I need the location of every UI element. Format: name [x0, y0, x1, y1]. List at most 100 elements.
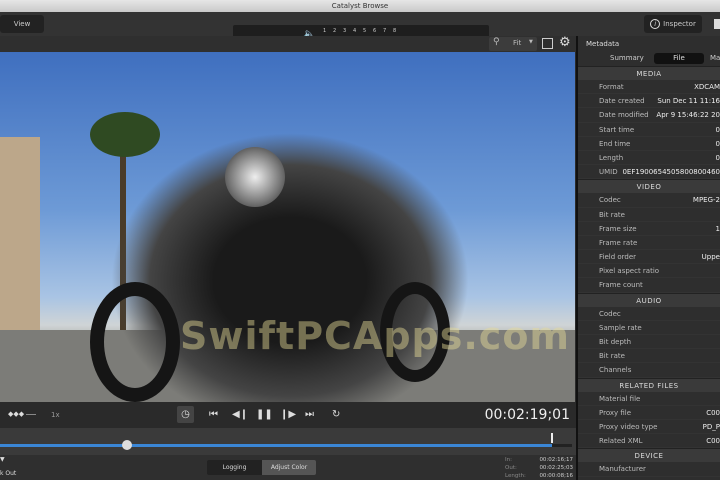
metadata-value: 0EF1900654505800800460	[622, 168, 720, 177]
inspector-button[interactable]: i Inspector	[644, 15, 702, 33]
speed-label: 1x	[51, 411, 60, 419]
loop-icon[interactable]: ↻	[332, 409, 340, 420]
fullscreen-icon[interactable]	[542, 38, 553, 49]
playhead-handle[interactable]	[121, 440, 132, 450]
watermark: SwiftPCApps.com	[180, 314, 571, 358]
metadata-key: Channels	[599, 366, 632, 375]
channel-number: 1	[323, 28, 327, 34]
channel-number: 5	[363, 28, 367, 34]
tab-summary[interactable]: Summary	[610, 54, 644, 62]
metadata-key: Frame size	[599, 224, 637, 233]
timer-icon[interactable]: ◷	[177, 406, 194, 423]
pause-icon[interactable]: ❚❚	[256, 409, 273, 420]
metadata-value: C00	[706, 408, 720, 417]
metadata-row: End time 0	[578, 137, 720, 151]
metadata-row: Start time 0	[578, 123, 720, 137]
metadata-row: Field order Uppe	[578, 250, 720, 265]
panel-title: Metadata	[586, 40, 620, 48]
metadata-row: Bit depth	[578, 335, 720, 350]
metadata-key: End time	[599, 139, 631, 148]
metadata-key: Bit depth	[599, 338, 632, 346]
metadata-value: Uppe	[701, 253, 720, 262]
inspector-panel: Metadata Summary File Ma MEDIA Format XDCA…	[576, 36, 720, 480]
tab-file[interactable]: File	[654, 53, 704, 64]
step-back-icon[interactable]: ◀❙	[232, 409, 248, 420]
channel-number: 2	[333, 28, 337, 34]
metadata-value: C00	[706, 437, 720, 446]
metadata-row: Bit rate	[578, 208, 720, 222]
gear-icon[interactable]: ⚙	[559, 35, 571, 50]
metadata-key: Date modified	[599, 111, 649, 120]
metadata-key: Frame count	[599, 281, 643, 290]
building	[0, 137, 40, 332]
tab-adjust-color[interactable]: Adjust Color	[262, 460, 316, 475]
zoom-select[interactable]: Fit	[513, 39, 521, 47]
video-viewer[interactable]: SwiftPCApps.com	[0, 52, 575, 402]
out-label: Out:	[505, 465, 517, 471]
metadata-key: Codec	[599, 309, 621, 318]
chevron-down-icon: ▼	[529, 39, 533, 45]
metadata-key: Related XML	[599, 437, 643, 446]
metadata-row: Related XML C00	[578, 434, 720, 449]
metadata-value: Sun Dec 11 11:16	[657, 97, 720, 106]
length-label: Length:	[505, 473, 526, 479]
timeline-progress	[0, 444, 552, 447]
metadata-row: Codec	[578, 307, 720, 321]
metadata-row: Frame count	[578, 278, 720, 293]
metadata-row: Proxy file C00	[578, 406, 720, 420]
metadata-value: Apr 9 15:46:22 20	[656, 111, 720, 120]
section-header[interactable]: DEVICE	[578, 448, 720, 463]
section-header[interactable]: AUDIO	[578, 292, 720, 307]
metadata-key: Manufacturer	[599, 465, 646, 474]
metadata-row: Material file	[578, 392, 720, 406]
channel-number: 7	[383, 28, 387, 34]
metadata-value: 0	[715, 139, 720, 148]
metadata-key: Start time	[599, 125, 635, 134]
metadata-row: Sample rate	[578, 321, 720, 335]
length-timecode: 00:00:08;16	[539, 473, 573, 479]
metadata-row: Proxy video type PD_P	[578, 420, 720, 435]
panel-toggle-icon[interactable]	[714, 19, 720, 29]
timecode: 00:02:19;01	[484, 407, 570, 423]
step-forward-icon[interactable]: ❙▶	[280, 409, 296, 420]
metadata-row: Frame size 1	[578, 222, 720, 236]
out-marker[interactable]	[551, 433, 553, 443]
tab-more[interactable]: Ma	[710, 54, 720, 62]
section-header[interactable]: RELATED FILES	[578, 377, 720, 392]
metadata-row: Channels	[578, 363, 720, 378]
go-to-end-icon[interactable]: ⏭	[305, 409, 314, 420]
metadata-value: XDCAM	[694, 83, 720, 91]
view-button[interactable]: View	[0, 15, 44, 33]
shuttle-icon[interactable]: ◆◆◆	[8, 410, 24, 418]
metadata-key: Format	[599, 83, 624, 91]
mark-out-label[interactable]: k Out	[0, 470, 16, 477]
in-label: In:	[505, 457, 512, 463]
metadata-key: Sample rate	[599, 323, 642, 332]
go-to-start-icon[interactable]: ⏮	[209, 409, 218, 420]
chevron-down-icon: ▼	[0, 456, 5, 463]
metadata-key: Material file	[599, 394, 641, 403]
section-header[interactable]: VIDEO	[578, 179, 720, 194]
metadata-value: PD_P	[702, 422, 720, 431]
zoom-icon[interactable]: ⚲	[493, 37, 500, 47]
panel-tabs: Summary File Ma	[578, 52, 720, 66]
metadata-value: 0	[715, 125, 720, 134]
metadata-row: Codec MPEG-2	[578, 193, 720, 208]
metadata-key: Frame rate	[599, 238, 638, 247]
metadata-row: Length 0	[578, 151, 720, 166]
tab-logging[interactable]: Logging	[207, 460, 262, 475]
metadata-key: UMID	[599, 168, 618, 177]
metadata-row: Manufacturer	[578, 462, 720, 477]
timeline[interactable]	[0, 428, 576, 455]
metadata-row: Format XDCAM	[578, 80, 720, 95]
section-header[interactable]: MEDIA	[578, 66, 720, 80]
toolbar: View 🔈 12345678 i Inspector	[0, 12, 720, 46]
in-timecode: 00:02:16;17	[539, 457, 573, 463]
metadata-row: Bit rate	[578, 349, 720, 364]
metadata-row: Date modified Apr 9 15:46:22 20	[578, 108, 720, 123]
viewer-bar: ⚲ Fit ▼ ⚙	[0, 35, 576, 52]
metadata-key: Proxy file	[599, 408, 632, 417]
metadata-key: Codec	[599, 196, 621, 205]
metadata-row: UMID 0EF1900654505800800460	[578, 165, 720, 180]
channel-number: 8	[393, 28, 397, 34]
